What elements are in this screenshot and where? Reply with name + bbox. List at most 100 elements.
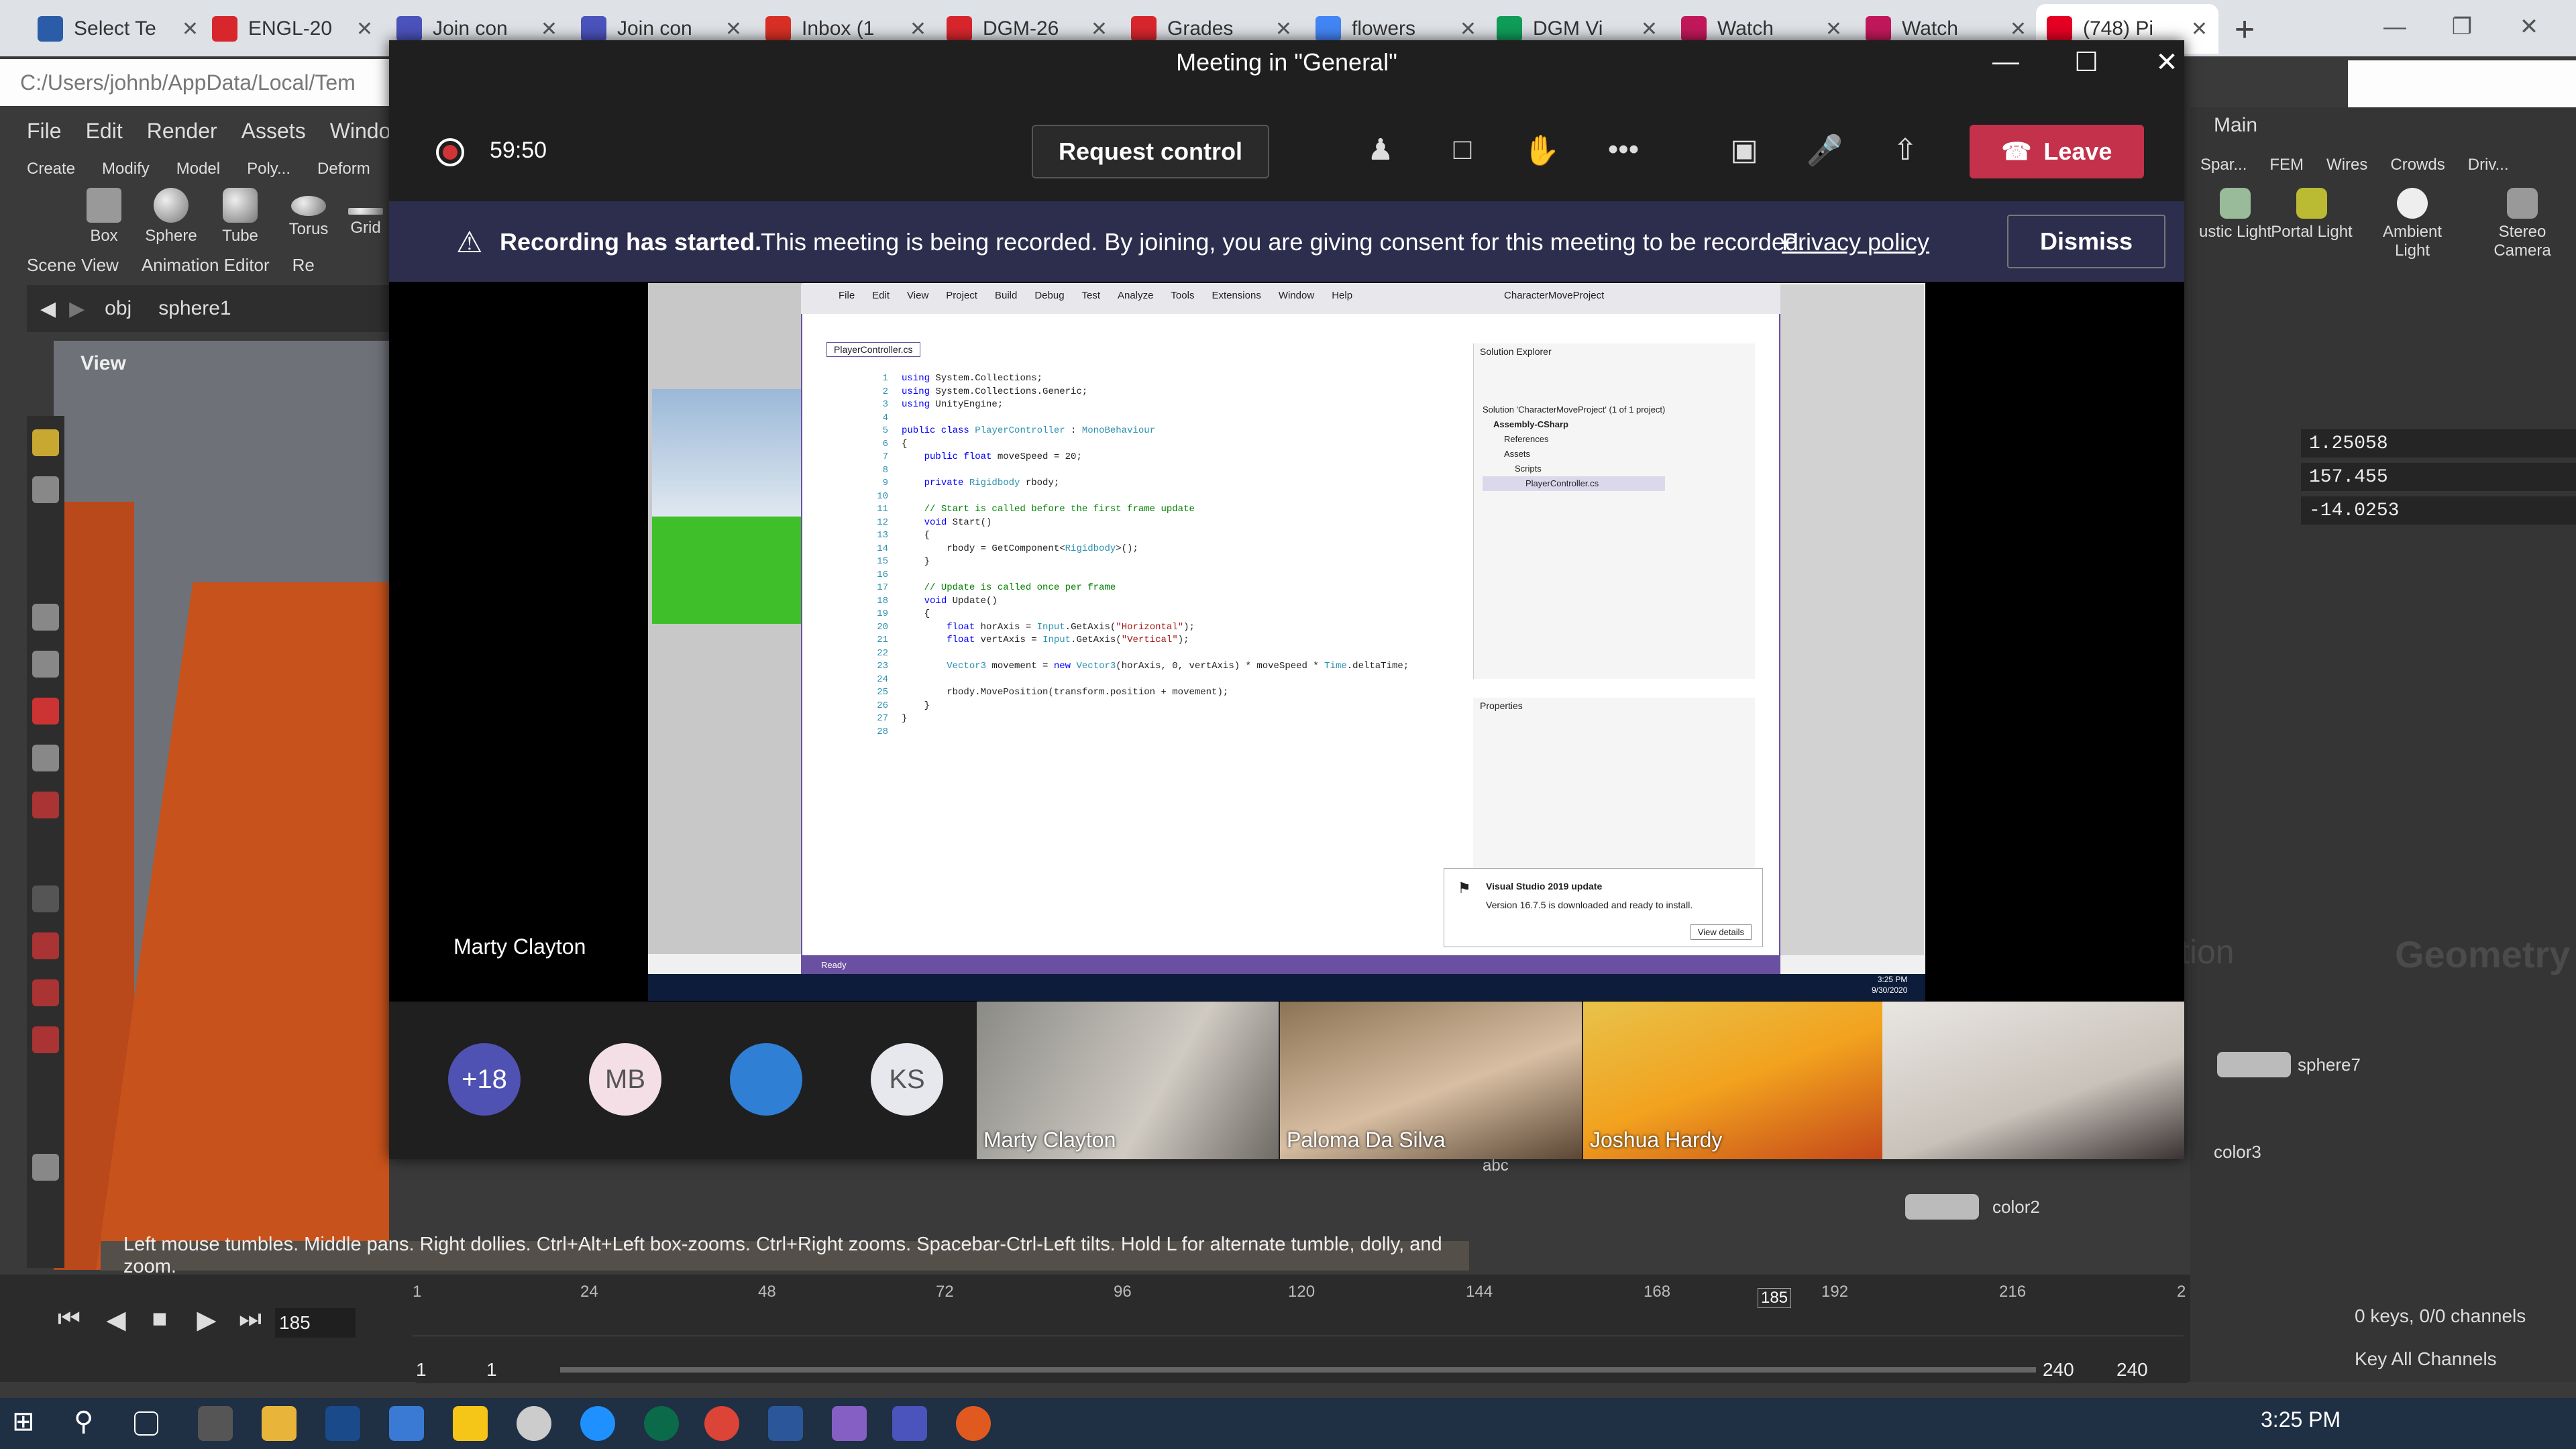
houdini-window-controls[interactable] — [2348, 60, 2576, 107]
shelf-tube[interactable]: Tube — [207, 188, 274, 246]
word-icon[interactable] — [768, 1406, 803, 1441]
key-all-channels-button[interactable]: Key All Channels — [2355, 1348, 2497, 1370]
task-view-icon[interactable] — [134, 1411, 158, 1436]
jump-start-icon[interactable]: ⏮ — [50, 1305, 88, 1340]
node-color2[interactable] — [1905, 1194, 1979, 1220]
file-explorer-icon[interactable] — [262, 1406, 297, 1441]
tab-close-icon[interactable]: ✕ — [910, 17, 926, 41]
request-control-button[interactable]: Request control — [1032, 125, 1269, 178]
tab-wires[interactable]: Wires — [2326, 156, 2367, 174]
snap2-tool-icon[interactable] — [32, 979, 59, 1006]
vs-menu-extensions[interactable]: Extensions — [1212, 290, 1260, 301]
tab-drive[interactable]: Driv... — [2468, 156, 2509, 174]
houdini-icon[interactable] — [956, 1406, 991, 1441]
select-tool-icon[interactable] — [32, 429, 59, 456]
shelf-grid[interactable]: Grid — [342, 188, 389, 237]
chrome-icon[interactable] — [704, 1406, 739, 1441]
dismiss-button[interactable]: Dismiss — [2007, 215, 2165, 268]
privacy-policy-link[interactable]: Privacy policy — [1782, 228, 1929, 256]
param-x-value[interactable]: 1.25058 — [2301, 429, 2576, 458]
store-icon[interactable] — [198, 1406, 233, 1441]
points-tool-icon[interactable] — [32, 476, 59, 503]
vs-menu-analyze[interactable]: Analyze — [1118, 290, 1153, 301]
mic-muted-icon[interactable]: 🎤 — [1805, 133, 1845, 170]
app3-icon[interactable] — [644, 1406, 679, 1441]
vs-menu-test[interactable]: Test — [1082, 290, 1101, 301]
forward-icon[interactable]: ▶ — [69, 297, 85, 321]
tab-close-icon[interactable]: ✕ — [541, 17, 557, 41]
shelf-tab-model[interactable]: Model — [176, 160, 220, 178]
vs-menu-build[interactable]: Build — [995, 290, 1017, 301]
participant-avatar[interactable]: KS — [871, 1043, 943, 1116]
magnet-tool-icon[interactable] — [32, 792, 59, 818]
view-tool-icon[interactable] — [32, 885, 59, 912]
close-icon[interactable]: ✕ — [2496, 5, 2563, 48]
path-sphere1[interactable]: sphere1 — [158, 297, 231, 320]
raise-hand-icon[interactable]: ✋ — [1521, 133, 1562, 170]
param-z-value[interactable]: -14.0253 — [2301, 496, 2576, 525]
tab-animation-editor[interactable]: Animation Editor — [142, 255, 270, 276]
more-actions-icon[interactable]: ••• — [1603, 133, 1644, 170]
arrow-tool-icon[interactable] — [32, 604, 59, 631]
maximize-icon[interactable]: ❐ — [2428, 5, 2496, 48]
tab-close-icon[interactable]: ✕ — [1091, 17, 1108, 41]
tab-close-icon[interactable]: ✕ — [725, 17, 742, 41]
video-tile[interactable] — [1882, 1002, 2184, 1159]
shelf-stereo-camera[interactable]: Stereo Camera — [2475, 188, 2569, 260]
vs-menu-edit[interactable]: Edit — [872, 290, 890, 301]
shelf-tab-deform[interactable]: Deform — [317, 160, 370, 178]
handle-tool-icon[interactable] — [32, 698, 59, 724]
teams-icon[interactable] — [892, 1406, 927, 1441]
tree-references[interactable]: References — [1483, 432, 1665, 447]
new-tab-button[interactable]: + — [2224, 9, 2265, 50]
browser-tab[interactable]: Select Te ✕ — [27, 4, 209, 54]
play-icon[interactable]: ▶ — [188, 1305, 225, 1340]
camera-icon[interactable]: ▣ — [1724, 133, 1764, 170]
participant-avatar[interactable]: +18 — [448, 1043, 521, 1116]
video-tile[interactable]: Marty Clayton — [977, 1002, 1279, 1159]
shelf-sphere[interactable]: Sphere — [138, 188, 205, 246]
range-slider[interactable] — [560, 1367, 2036, 1373]
range-start-field[interactable]: 1 — [416, 1359, 427, 1381]
shelf-tab-poly[interactable]: Poly... — [247, 160, 290, 178]
vs-menu-debug[interactable]: Debug — [1034, 290, 1064, 301]
participant-avatar[interactable]: MB — [589, 1043, 661, 1116]
chat-icon[interactable]: □ — [1442, 133, 1483, 170]
sticky-notes-icon[interactable] — [453, 1406, 488, 1441]
render-tool-icon[interactable] — [32, 1154, 59, 1181]
menu-assets[interactable]: Assets — [241, 119, 306, 144]
current-frame-marker[interactable]: 185 — [1758, 1288, 1792, 1308]
vs-menu-tools[interactable]: Tools — [1171, 290, 1194, 301]
search-icon[interactable]: ⚲ — [74, 1406, 109, 1441]
range-end-field[interactable]: 240 — [2043, 1359, 2074, 1381]
snap3-tool-icon[interactable] — [32, 1026, 59, 1053]
share-screen-icon[interactable]: ⇧ — [1885, 133, 1925, 170]
current-frame-field[interactable]: 185 — [275, 1308, 356, 1338]
minimize-icon[interactable]: — — [2361, 5, 2428, 48]
tab-close-icon[interactable]: ✕ — [1275, 17, 1292, 41]
tab-close-icon[interactable]: ✕ — [182, 17, 199, 41]
tree-assembly[interactable]: Assembly-CSharp — [1483, 417, 1665, 432]
shelf-box[interactable]: Box — [70, 188, 138, 246]
meeting-close-icon[interactable]: ✕ — [2140, 47, 2194, 78]
start-icon[interactable]: ⊞ — [12, 1406, 47, 1441]
tree-player-controller[interactable]: PlayerController.cs — [1483, 476, 1666, 491]
calculator-icon[interactable] — [389, 1406, 424, 1441]
visual-studio-icon[interactable] — [832, 1406, 867, 1441]
tab-sparse[interactable]: Spar... — [2200, 156, 2247, 174]
participants-icon[interactable]: ♟ — [1360, 133, 1401, 170]
tree-assets[interactable]: Assets — [1483, 447, 1665, 462]
play-reverse-icon[interactable]: ◀ — [97, 1305, 135, 1340]
scene-viewport[interactable] — [54, 341, 389, 1270]
tree-solution[interactable]: Solution 'CharacterMoveProject' (1 of 1 … — [1483, 402, 1665, 417]
tab-close-icon[interactable]: ✕ — [1460, 17, 1477, 41]
tab-close-icon[interactable]: ✕ — [1825, 17, 1842, 41]
timeline-scale[interactable]: 1 24 48 72 96 120 144 168 185 192 216 2 — [413, 1283, 2186, 1336]
path-obj[interactable]: obj — [105, 297, 131, 320]
tab-close-icon[interactable]: ✕ — [356, 17, 373, 41]
video-tile[interactable]: Joshua Hardy — [1583, 1002, 1885, 1159]
back-icon[interactable]: ◀ — [40, 297, 56, 321]
snap-tool-icon[interactable] — [32, 932, 59, 959]
meeting-maximize-icon[interactable]: ☐ — [2059, 47, 2113, 78]
code-editor[interactable]: 1 using System.Collections; 2 using System… — [868, 372, 1458, 739]
